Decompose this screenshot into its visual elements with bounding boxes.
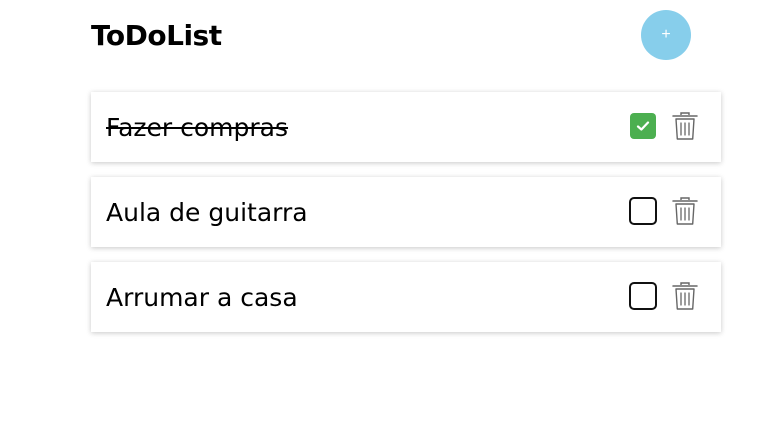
todo-text: Fazer compras [106, 113, 289, 142]
todo-item-fazer-compras: Fazer compras [91, 92, 721, 162]
trash-icon[interactable] [671, 195, 699, 227]
checkbox-icon[interactable] [629, 197, 657, 225]
todo-item-aula-de-guitarra: Aula de guitarra [91, 177, 721, 247]
check-icon [636, 121, 650, 131]
page-title: ToDoList [91, 19, 222, 52]
todo-text: Aula de guitarra [106, 198, 308, 227]
add-task-button[interactable]: + [641, 10, 691, 60]
checkbox-icon[interactable] [629, 282, 657, 310]
trash-icon[interactable] [671, 110, 699, 142]
checkbox-icon[interactable] [630, 113, 656, 139]
todo-app: ToDoList + Fazer compras Aula de guitarr… [0, 0, 766, 434]
todo-list: Fazer compras Aula de guitarra Arrumar a… [91, 92, 721, 347]
todo-item-arrumar-a-casa: Arrumar a casa [91, 262, 721, 332]
app-header: ToDoList + [91, 10, 721, 62]
trash-icon[interactable] [671, 280, 699, 312]
todo-text: Arrumar a casa [106, 283, 298, 312]
